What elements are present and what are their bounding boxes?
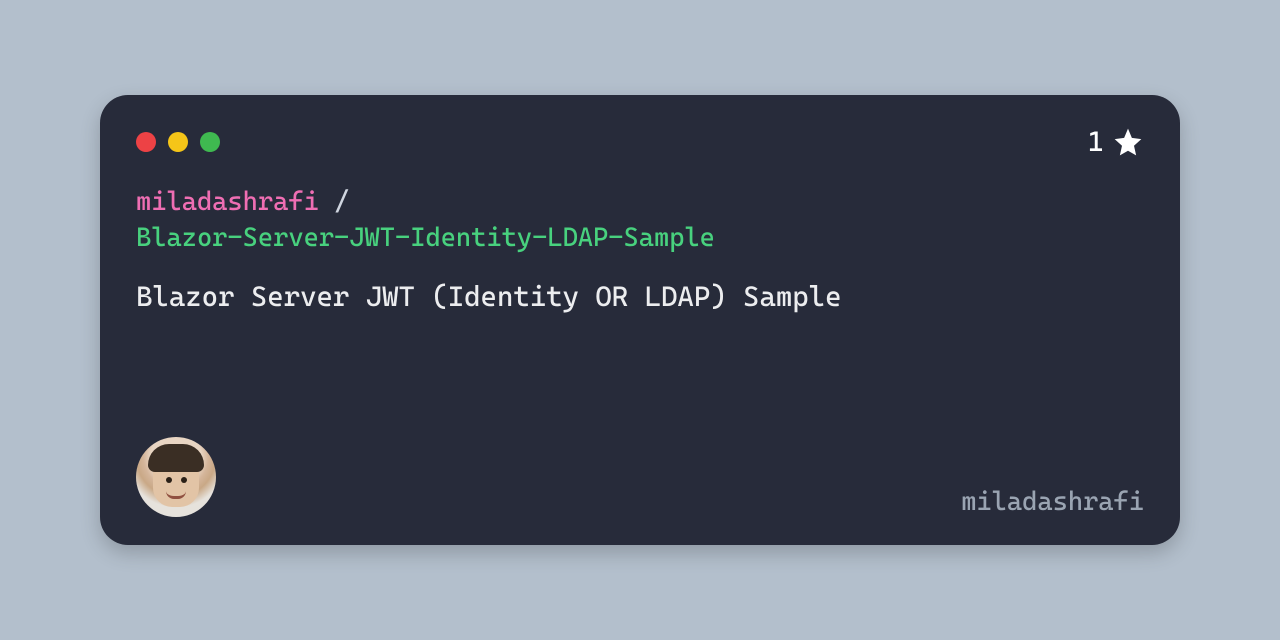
repo-name-link[interactable]: Blazor-Server-JWT-Identity-LDAP-Sample [136,220,1144,256]
minimize-icon[interactable] [168,132,188,152]
repo-owner-link[interactable]: miladashrafi [136,187,319,217]
star-block[interactable]: 1 [1088,125,1144,158]
close-icon[interactable] [136,132,156,152]
star-count: 1 [1088,125,1104,158]
traffic-lights [136,132,220,152]
footer-username[interactable]: miladashrafi [961,487,1144,517]
repo-description: Blazor Server JWT (Identity OR LDAP) Sam… [136,279,1144,315]
path-separator: / [319,187,349,217]
avatar[interactable] [136,437,216,517]
maximize-icon[interactable] [200,132,220,152]
repo-card: 1 miladashrafi / Blazor-Server-JWT-Ident… [100,95,1180,545]
star-icon [1112,126,1144,158]
repo-path: miladashrafi / Blazor-Server-JWT-Identit… [136,184,1144,257]
titlebar: 1 [136,125,1144,158]
